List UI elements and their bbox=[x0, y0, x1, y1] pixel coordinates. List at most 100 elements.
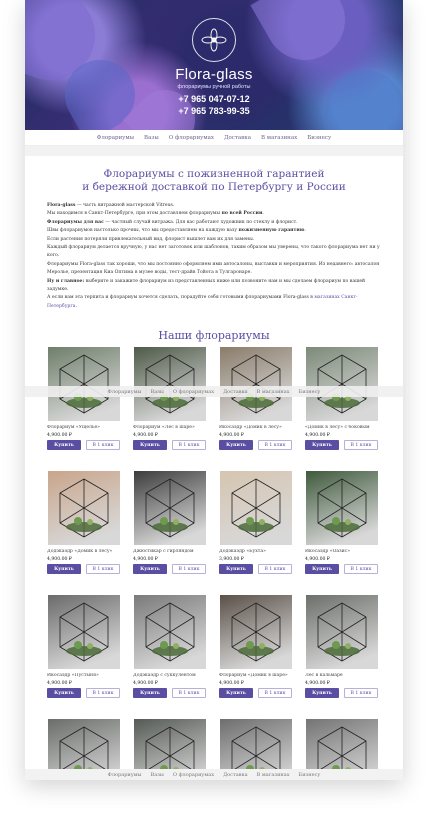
product-photo[interactable] bbox=[306, 471, 378, 545]
buy-button[interactable]: Купить bbox=[219, 440, 253, 450]
product-price: 4,900.00 ₽ bbox=[133, 433, 158, 438]
one-click-button[interactable]: В 1 клик bbox=[344, 688, 378, 698]
buy-button[interactable]: Купить bbox=[133, 564, 167, 574]
product-name[interactable]: Икосаэдр «Оазис» bbox=[305, 549, 385, 556]
buy-button[interactable]: Купить bbox=[47, 564, 81, 574]
nav-delivery[interactable]: Доставка bbox=[224, 135, 251, 141]
terrarium-icon bbox=[145, 478, 195, 538]
one-click-button[interactable]: В 1 клик bbox=[86, 564, 120, 574]
product-name[interactable]: Джюстикар с гирляндом bbox=[133, 549, 213, 556]
product-card[interactable]: Джюстикар с гирляндом 4,900.00 ₽ Купить В 1… bbox=[133, 471, 213, 595]
product-actions: Купить В 1 клик bbox=[219, 440, 299, 450]
product-name[interactable]: Флорариум «Ущелье» bbox=[47, 425, 127, 432]
product-photo[interactable] bbox=[48, 471, 120, 545]
product-name[interactable]: Флорариум «Лес в шаре» bbox=[133, 425, 213, 432]
product-actions: Купить В 1 клик bbox=[133, 564, 213, 574]
product-price: 4,900.00 ₽ bbox=[47, 681, 72, 686]
sticky-nav-business[interactable]: Бизнесу bbox=[299, 389, 321, 395]
product-card[interactable]: Икосаэдр «Пустыня» 4,900.00 ₽ Купить В 1 кл… bbox=[47, 595, 127, 719]
product-card[interactable]: Икосаэдр «Домик в лесу» 4,900.00 ₽ Купить В… bbox=[219, 347, 299, 471]
product-name[interactable]: Флорариум «Домик в шаре» bbox=[219, 673, 299, 680]
sticky-nav-vases[interactable]: Вазы bbox=[151, 389, 164, 395]
intro-title-line1: Флорариумы с пожизненной гарантией bbox=[103, 168, 325, 180]
product-price: 4,900.00 ₽ bbox=[219, 681, 244, 686]
phone-2[interactable]: +7 965 783-99-35 bbox=[25, 106, 403, 116]
one-click-button[interactable]: В 1 клик bbox=[172, 564, 206, 574]
one-click-button[interactable]: В 1 клик bbox=[86, 688, 120, 698]
sticky-nav-florariums[interactable]: Флорариумы bbox=[108, 389, 142, 395]
product-name[interactable]: Икосаэдр «Домик в лесу» bbox=[219, 425, 299, 432]
product-photo[interactable] bbox=[220, 471, 292, 545]
nav-vases[interactable]: Вазы bbox=[144, 135, 159, 141]
product-card[interactable]: Флорариум «Домик в шаре» 4,900.00 ₽ Купить… bbox=[219, 595, 299, 719]
buy-button[interactable]: Купить bbox=[219, 688, 253, 698]
product-photo[interactable] bbox=[306, 595, 378, 669]
product-card[interactable]: Лес в кальмаре 4,900.00 ₽ Купить В 1 клик bbox=[305, 595, 385, 719]
nav-florariums[interactable]: Флорариумы bbox=[97, 135, 134, 141]
bottom-nav-business[interactable]: Бизнесу bbox=[299, 772, 321, 778]
product-photo[interactable] bbox=[134, 595, 206, 669]
bottom-nav-delivery[interactable]: Доставка bbox=[223, 772, 248, 778]
buy-button[interactable]: Купить bbox=[47, 688, 81, 698]
product-card[interactable]: Флорариум «Ущелье» 4,900.00 ₽ Купить В 1 кл… bbox=[47, 347, 127, 471]
product-photo[interactable] bbox=[134, 347, 206, 421]
bottom-nav-florariums[interactable]: Флорариумы bbox=[108, 772, 142, 778]
terrarium-icon bbox=[59, 602, 109, 662]
one-click-button[interactable]: В 1 клик bbox=[86, 440, 120, 450]
product-actions: Купить В 1 клик bbox=[305, 688, 385, 698]
intro-p2: Мы находимся в Санкт-Петербурге, при это… bbox=[47, 211, 264, 217]
one-click-button[interactable]: В 1 клик bbox=[344, 564, 378, 574]
product-photo[interactable] bbox=[220, 595, 292, 669]
one-click-button[interactable]: В 1 клик bbox=[258, 440, 292, 450]
product-name[interactable]: Додэкаэдр «Домик в лесу» bbox=[47, 549, 127, 556]
nav-about[interactable]: О флорариумах bbox=[169, 135, 214, 141]
sticky-nav-about[interactable]: О флорариумах bbox=[173, 389, 214, 395]
buy-button[interactable]: Купить bbox=[305, 688, 339, 698]
bottom-nav-stores[interactable]: В магазинах bbox=[257, 772, 290, 778]
product-name[interactable]: Додэкаэдр с суккулентом bbox=[133, 673, 213, 680]
nav-stores[interactable]: В магазинах bbox=[261, 135, 297, 141]
product-card[interactable]: Додэкаэдр с суккулентом 4,900.00 ₽ Купить В… bbox=[133, 595, 213, 719]
product-name[interactable]: «Домик в лесу» с боковым bbox=[305, 425, 385, 432]
one-click-button[interactable]: В 1 клик bbox=[344, 440, 378, 450]
buy-button[interactable]: Купить bbox=[133, 688, 167, 698]
intro-p8: Ну и главное: выберите и закажите флорар… bbox=[47, 278, 366, 293]
one-click-button[interactable]: В 1 клик bbox=[258, 564, 292, 574]
product-photo[interactable] bbox=[134, 471, 206, 545]
buy-button[interactable]: Купить bbox=[47, 440, 81, 450]
intro-p4: Швы флорариумов настолько прочны, что мы… bbox=[47, 228, 306, 234]
bottom-nav-about[interactable]: О флорариумах bbox=[173, 772, 214, 778]
product-photo[interactable] bbox=[48, 347, 120, 421]
sticky-nav-stores[interactable]: В магазинах bbox=[257, 389, 290, 395]
product-card[interactable]: Додэкаэдр «Домик в лесу» 4,900.00 ₽ Купить… bbox=[47, 471, 127, 595]
product-photo[interactable] bbox=[48, 595, 120, 669]
buy-button[interactable]: Купить bbox=[219, 564, 253, 574]
product-name[interactable]: Додэкаэдр «Бухта» bbox=[219, 549, 299, 556]
one-click-button[interactable]: В 1 клик bbox=[258, 688, 292, 698]
product-name[interactable]: Икосаэдр «Пустыня» bbox=[47, 673, 127, 680]
product-card[interactable]: Икосаэдр «Оазис» 4,900.00 ₽ Купить В 1 клик bbox=[305, 471, 385, 595]
product-card[interactable]: Флорариум «Лес в шаре» 4,900.00 ₽ Купить В … bbox=[133, 347, 213, 471]
product-photo[interactable] bbox=[220, 347, 292, 421]
nav-business[interactable]: Бизнесу bbox=[307, 135, 331, 141]
product-card[interactable]: «Домик в лесу» с боковым 4,900.00 ₽ Купить… bbox=[305, 347, 385, 471]
terrarium-icon bbox=[145, 602, 195, 662]
logo-icon[interactable] bbox=[192, 18, 236, 62]
buy-button[interactable]: Купить bbox=[305, 564, 339, 574]
product-card[interactable]: Додэкаэдр «Бухта» 3,900.00 ₽ Купить В 1 кли… bbox=[219, 471, 299, 595]
terrarium-icon bbox=[145, 354, 195, 414]
intro-title-line2: и бережной доставкой по Петербургу и Рос… bbox=[82, 181, 346, 193]
sticky-nav-delivery[interactable]: Доставка bbox=[223, 389, 248, 395]
one-click-button[interactable]: В 1 клик bbox=[172, 688, 206, 698]
buy-button[interactable]: Купить bbox=[305, 440, 339, 450]
bottom-nav-vases[interactable]: Вазы bbox=[151, 772, 164, 778]
product-photo[interactable] bbox=[306, 347, 378, 421]
product-name[interactable]: Лес в кальмаре bbox=[305, 673, 385, 680]
product-actions: Купить В 1 клик bbox=[47, 564, 127, 574]
one-click-button[interactable]: В 1 клик bbox=[172, 440, 206, 450]
buy-button[interactable]: Купить bbox=[133, 440, 167, 450]
phone-1[interactable]: +7 965 047-07-12 bbox=[25, 94, 403, 104]
product-price: 4,900.00 ₽ bbox=[47, 433, 72, 438]
product-price: 4,900.00 ₽ bbox=[219, 433, 244, 438]
catalog-title: Наши флорариумы bbox=[158, 329, 270, 343]
